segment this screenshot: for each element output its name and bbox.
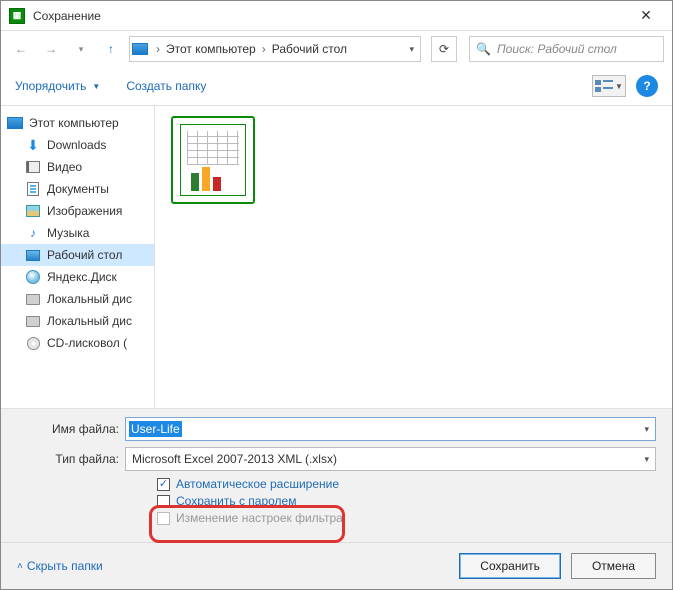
sidebar-item-yandex-disk[interactable]: Яндекс.Диск xyxy=(1,266,154,288)
checkbox-icon xyxy=(157,512,170,525)
sidebar-item-label: Музыка xyxy=(47,226,89,240)
disk-icon xyxy=(26,316,40,327)
video-icon xyxy=(26,161,40,173)
chevron-down-icon[interactable]: ▼ xyxy=(92,82,100,91)
sidebar-item-label: Документы xyxy=(47,182,109,196)
app-icon: ▦ xyxy=(9,8,25,24)
sidebar-item-desktop[interactable]: Рабочий стол xyxy=(1,244,154,266)
spreadsheet-icon xyxy=(171,116,255,204)
hide-folders-button[interactable]: ˄ Скрыть папки xyxy=(17,559,103,573)
cd-icon xyxy=(27,337,40,350)
sidebar-item-label: Downloads xyxy=(47,138,106,152)
chevron-down-icon[interactable]: ▾ xyxy=(644,424,649,435)
desktop-icon xyxy=(26,250,40,261)
refresh-button[interactable]: ⟳ xyxy=(431,36,457,62)
up-button[interactable]: ↑ xyxy=(99,37,123,61)
checkbox-icon[interactable] xyxy=(157,495,170,508)
search-icon: 🔍 xyxy=(476,42,491,56)
auto-extension-option[interactable]: Автоматическое расширение xyxy=(157,477,357,492)
document-icon xyxy=(27,182,39,196)
chevron-down-icon: ▼ xyxy=(615,82,623,91)
new-folder-button[interactable]: Создать папку xyxy=(126,79,206,93)
download-icon: ⬇ xyxy=(25,138,41,152)
filetype-label: Тип файла: xyxy=(17,452,125,466)
save-button[interactable]: Сохранить xyxy=(459,553,561,579)
view-mode-button[interactable]: ▼ xyxy=(592,75,626,97)
search-placeholder: Поиск: Рабочий стол xyxy=(497,42,617,56)
sidebar-item-video[interactable]: Видео xyxy=(1,156,154,178)
form-area: Имя файла: User-Life ▾ Тип файла: Micros… xyxy=(1,409,672,542)
file-item[interactable] xyxy=(171,116,259,204)
chevron-up-icon: ˄ xyxy=(17,561,23,572)
file-list[interactable] xyxy=(155,106,672,408)
pc-icon xyxy=(7,117,23,129)
sidebar-item-label: Рабочий стол xyxy=(47,248,122,262)
sidebar-item-label: CD-лисковол ( xyxy=(47,336,127,350)
sidebar-item-label: Изображения xyxy=(47,204,122,218)
toolbar: Упорядочить ▼ Создать папку ▼ ? xyxy=(1,67,672,105)
filter-settings-option: Изменение настроек фильтра xyxy=(157,511,357,526)
sidebar-item-local-disk[interactable]: Локальный дис xyxy=(1,288,154,310)
sidebar-item-label: Видео xyxy=(47,160,82,174)
sidebar-item-label: Локальный дис xyxy=(47,314,132,328)
chevron-right-icon: › xyxy=(154,42,162,56)
sidebar-item-images[interactable]: Изображения xyxy=(1,200,154,222)
sidebar-item-downloads[interactable]: ⬇ Downloads xyxy=(1,134,154,156)
option-label: Изменение настроек фильтра xyxy=(176,511,343,526)
breadcrumb-current[interactable]: Рабочий стол xyxy=(268,42,351,56)
sidebar-item-label: Этот компьютер xyxy=(29,116,119,130)
disk-icon xyxy=(26,294,40,305)
search-input[interactable]: 🔍 Поиск: Рабочий стол xyxy=(469,36,664,62)
sidebar: Этот компьютер ⬇ Downloads Видео Документ… xyxy=(1,106,155,408)
sidebar-item-cd-drive[interactable]: CD-лисковол ( xyxy=(1,332,154,354)
sidebar-item-this-pc[interactable]: Этот компьютер xyxy=(1,112,154,134)
filetype-select[interactable]: Microsoft Excel 2007-2013 XML (.xlsx) ▾ xyxy=(125,447,656,471)
footer: ˄ Скрыть папки Сохранить Отмена xyxy=(1,542,672,589)
sidebar-item-documents[interactable]: Документы xyxy=(1,178,154,200)
sidebar-item-local-disk[interactable]: Локальный дис xyxy=(1,310,154,332)
music-icon: ♪ xyxy=(25,226,41,240)
sidebar-item-label: Локальный дис xyxy=(47,292,132,306)
filename-value: User-Life xyxy=(129,421,182,437)
pc-icon xyxy=(132,43,148,55)
breadcrumb-root[interactable]: Этот компьютер xyxy=(162,42,260,56)
close-button[interactable]: ✕ xyxy=(628,2,664,30)
sidebar-item-music[interactable]: ♪ Музыка xyxy=(1,222,154,244)
help-button[interactable]: ? xyxy=(636,75,658,97)
cancel-button[interactable]: Отмена xyxy=(571,553,656,579)
filename-input[interactable]: User-Life ▾ xyxy=(125,417,656,441)
image-icon xyxy=(26,205,40,217)
hide-folders-label: Скрыть папки xyxy=(27,559,103,573)
back-button: ← xyxy=(9,37,33,61)
organize-menu[interactable]: Упорядочить xyxy=(15,79,86,93)
dialog-title: Сохранение xyxy=(33,9,628,23)
titlebar: ▦ Сохранение ✕ xyxy=(1,1,672,31)
nav-row: ← → ▾ ↑ › Этот компьютер › Рабочий стол … xyxy=(1,31,672,67)
chevron-down-icon[interactable]: ▾ xyxy=(409,44,414,55)
recent-dropdown-icon[interactable]: ▾ xyxy=(69,37,93,61)
breadcrumb[interactable]: › Этот компьютер › Рабочий стол ▾ xyxy=(129,36,421,62)
options-group: Автоматическое расширение Сохранить с па… xyxy=(157,477,656,526)
forward-button: → xyxy=(39,37,63,61)
yandex-disk-icon xyxy=(26,270,40,284)
filename-label: Имя файла: xyxy=(17,422,125,436)
option-label: Автоматическое расширение xyxy=(176,477,339,492)
save-with-password-option[interactable]: Сохранить с паролем xyxy=(157,494,357,509)
option-label: Сохранить с паролем xyxy=(176,494,296,509)
filetype-value: Microsoft Excel 2007-2013 XML (.xlsx) xyxy=(132,452,337,466)
sidebar-item-label: Яндекс.Диск xyxy=(47,270,117,284)
chevron-right-icon: › xyxy=(260,42,268,56)
save-dialog: ▦ Сохранение ✕ ← → ▾ ↑ › Этот компьютер … xyxy=(0,0,673,590)
chevron-down-icon[interactable]: ▾ xyxy=(644,454,649,465)
checkbox-icon[interactable] xyxy=(157,478,170,491)
body: Этот компьютер ⬇ Downloads Видео Документ… xyxy=(1,105,672,409)
